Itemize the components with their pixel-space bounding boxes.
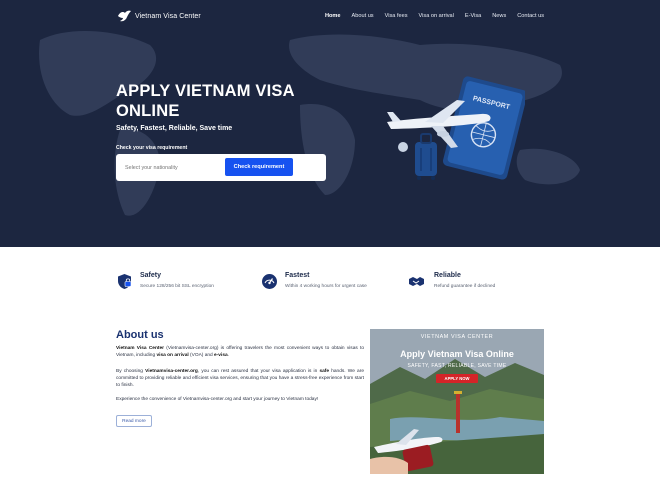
- feature-desc: Refund guarantee if declined: [434, 284, 496, 289]
- feature-reliable: Reliable Refund guarantee if declined: [406, 272, 495, 290]
- site-logo[interactable]: Vietnam Visa Center: [117, 10, 201, 23]
- nav-home[interactable]: Home: [325, 13, 341, 19]
- feature-title: Reliable: [434, 272, 461, 279]
- logo-text: Vietnam Visa Center: [135, 13, 201, 20]
- about-text: By choosing: [116, 369, 146, 374]
- world-map-background: [39, 30, 580, 216]
- feature-title: Fastest: [285, 272, 310, 279]
- main-menu: Home About us Visa fees Visa on arrival …: [314, 13, 544, 19]
- passport-plane-illustration: PASSPORT: [387, 76, 525, 180]
- hero-subtitle: Safety, Fastest, Reliable, Save time: [116, 125, 233, 132]
- suitcase-icon: [415, 133, 437, 180]
- feature-safety: Safety Secure 128/256 bit SSL encryption: [116, 272, 214, 290]
- feature-title: Safety: [140, 272, 162, 279]
- feature-desc: Secure 128/256 bit SSL encryption: [140, 284, 214, 289]
- nationality-select[interactable]: [125, 162, 223, 174]
- check-requirement-label: Check your visa requirement: [116, 145, 188, 151]
- hero-title: APPLY VIETNAM VISA ONLINE: [116, 82, 295, 120]
- dove-logo-icon: [118, 10, 131, 22]
- check-requirement-button[interactable]: Check requirement: [225, 158, 293, 176]
- about-safe: safe: [319, 369, 330, 374]
- nav-news[interactable]: News: [492, 13, 506, 19]
- nav-contact-us[interactable]: Contact us: [517, 13, 544, 19]
- about-site-name: Vietnamvisa-center.org: [145, 369, 198, 374]
- about-text: (VOA) and: [188, 353, 215, 359]
- about-text: .: [227, 353, 229, 359]
- passport-icon: PASSPORT: [443, 76, 525, 180]
- nav-about-us[interactable]: About us: [352, 13, 374, 19]
- about-brand: Vietnam Visa Center: [116, 346, 165, 351]
- nav-visa-on-arrival[interactable]: Visa on arrival: [419, 13, 454, 19]
- about-paragraph-1: Vietnam Visa Center (Vietnamvisa-center.…: [116, 345, 364, 359]
- about-evisa-link: e-visa: [214, 353, 228, 359]
- nav-visa-fees[interactable]: Visa fees: [385, 13, 408, 19]
- speedometer-icon: [262, 274, 277, 289]
- promo-banner[interactable]: VIETNAM VISA CENTER Apply Vietnam Visa O…: [370, 329, 544, 474]
- promo-title: Apply Vietnam Visa Online: [400, 349, 514, 359]
- read-more-button[interactable]: Read more: [116, 415, 152, 427]
- feature-desc: Within 4 working hours for urgent case: [285, 284, 367, 289]
- shield-lock-icon: [118, 274, 132, 289]
- feature-fastest: Fastest Within 4 working hours for urgen…: [261, 272, 367, 290]
- visa-check-form: Check requirement: [116, 154, 326, 181]
- about-voa-link: visa on arrival: [156, 353, 189, 359]
- promo-brand: VIETNAM VISA CENTER: [420, 334, 494, 340]
- handshake-icon: [409, 277, 424, 286]
- about-paragraph-3: Experience the convenience of Vietnamvis…: [116, 397, 319, 402]
- apply-now-button[interactable]: APPLY NOW: [436, 374, 478, 383]
- nav-e-visa[interactable]: E-Visa: [465, 13, 481, 19]
- about-text: , you can rest assured that your visa ap…: [197, 369, 320, 374]
- about-title: About us: [116, 329, 164, 341]
- promo-tagline: SAFETY, FAST, RELIABLE, SAVE TIME: [407, 363, 507, 369]
- about-paragraph-2: By choosing Vietnamvisa-center.org, you …: [116, 368, 364, 390]
- top-navbar: Vietnam Visa Center Home About us Visa f…: [0, 0, 660, 34]
- hero-section: Vietnam Visa Center Home About us Visa f…: [0, 0, 660, 247]
